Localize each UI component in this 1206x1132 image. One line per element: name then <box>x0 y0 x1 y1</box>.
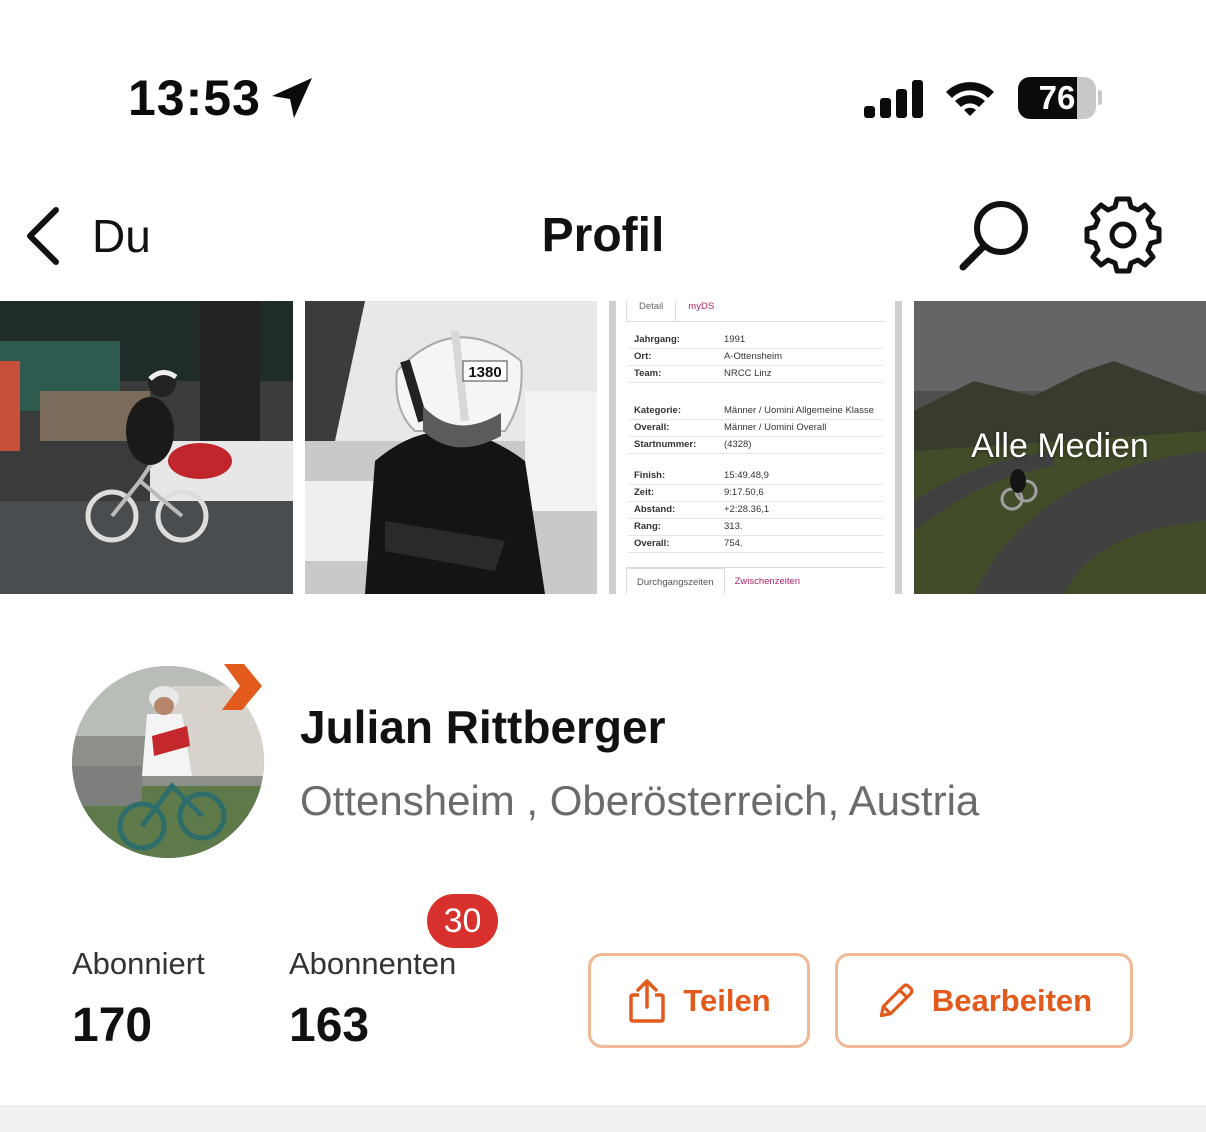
chevron-left-icon <box>27 207 59 265</box>
result-row: Kategorie: Männer / Uomini Allgemeine Kla… <box>628 402 883 420</box>
result-row-key: Zeit: <box>634 487 655 498</box>
edit-label: Bearbeiten <box>931 982 1093 1018</box>
result-row-key: Kategorie: <box>634 405 681 416</box>
result-row: Jahrgang: 1991 <box>628 331 883 349</box>
profile-location: Ottensheim , Oberösterreich, Austria <box>300 777 980 824</box>
search-icon <box>959 201 1028 271</box>
result-row: Zeit: 9:17.50,6 <box>628 484 883 502</box>
share-label: Teilen <box>683 982 771 1018</box>
result-row-key: Overall: <box>634 422 670 433</box>
back-button[interactable]: Du <box>22 200 172 272</box>
result-row-value: 754. <box>724 538 743 549</box>
following-label: Abonniert <box>72 946 205 981</box>
result-bottom-tab: Zwischenzeiten <box>734 576 801 587</box>
result-row-value: 313. <box>724 521 743 532</box>
followers-count: 163 <box>289 999 370 1052</box>
all-media-button[interactable]: Alle Medien <box>914 301 1206 594</box>
media-thumbnail[interactable] <box>0 301 293 594</box>
result-row-value: (4328) <box>724 439 752 450</box>
result-row-key: Overall: <box>634 538 670 549</box>
new-followers-badge: 30 <box>427 894 498 948</box>
all-media-label: Alle Medien <box>971 427 1149 465</box>
result-row-value: Männer / Uomini Overall <box>724 422 827 433</box>
result-row-value: 1991 <box>724 334 746 345</box>
battery-level: 76 <box>1038 79 1076 116</box>
cyclist-race-photo <box>0 301 293 594</box>
following-count: 170 <box>72 999 153 1052</box>
result-row-key: Rang: <box>634 521 661 532</box>
back-label: Du <box>92 210 151 262</box>
profile-name: Julian Rittberger <box>300 701 666 753</box>
media-thumbnail[interactable]: Detail myDS Jahrgang: 1991 Ort: A-Ottenshei… <box>609 301 902 594</box>
result-row-value: +2:28.36,1 <box>724 504 770 515</box>
result-row-key: Jahrgang: <box>634 334 680 345</box>
result-row-key: Startnummer: <box>634 439 697 450</box>
followers-stat[interactable]: Abonnenten 163 <box>289 944 489 1056</box>
result-row: Finish: 15:49.48,9 <box>628 467 883 485</box>
result-row: Overall: Männer / Uomini Overall <box>628 419 883 437</box>
share-icon <box>629 978 666 1023</box>
edit-profile-button[interactable]: Bearbeiten <box>835 953 1133 1048</box>
location-arrow-icon <box>272 78 312 118</box>
result-tab: Detail <box>626 301 677 321</box>
result-row-value: NRCC Linz <box>724 368 772 379</box>
result-row-value: Männer / Uomini Allgemeine Klasse <box>724 405 874 416</box>
following-stat[interactable]: Abonniert 170 <box>72 944 232 1056</box>
result-tab: myDS <box>688 301 715 312</box>
result-row: Rang: 313. <box>628 518 883 536</box>
settings-button[interactable] <box>1083 196 1163 274</box>
gear-icon <box>1084 196 1162 274</box>
wifi-icon <box>946 82 994 116</box>
result-row-key: Team: <box>634 368 662 379</box>
result-row-value: A-Ottensheim <box>724 351 783 362</box>
battery-icon: 76 <box>1018 77 1102 119</box>
result-row: Team: NRCC Linz <box>628 365 883 383</box>
result-row: Ort: A-Ottensheim <box>628 348 883 366</box>
result-row-value: 15:49.48,9 <box>724 470 769 481</box>
media-thumbnail[interactable]: 1380 <box>305 301 597 594</box>
helmet-number: 1380 <box>468 364 501 381</box>
section-divider <box>0 1105 1206 1132</box>
cellular-signal-icon <box>864 80 923 118</box>
result-sheet-bottom-tabs: Durchgangszeiten Zwischenzeiten <box>626 567 885 594</box>
followers-label: Abonnenten <box>289 946 457 981</box>
result-row: Overall: 754. <box>628 535 883 553</box>
helmet-portrait-photo: 1380 <box>305 301 597 594</box>
subscriber-badge-icon <box>222 664 262 710</box>
result-row-key: Abstand: <box>634 504 676 515</box>
pencil-icon <box>879 983 914 1017</box>
result-row-key: Ort: <box>634 351 652 362</box>
result-bottom-tab: Durchgangszeiten <box>626 568 725 594</box>
share-button[interactable]: Teilen <box>588 953 810 1048</box>
result-row-value: 9:17.50,6 <box>724 487 764 498</box>
search-button[interactable] <box>955 196 1035 274</box>
status-time: 13:53 <box>128 70 261 126</box>
result-row: Startnummer: (4328) <box>628 436 883 454</box>
page-title: Profil <box>541 209 665 262</box>
result-row: Abstand: +2:28.36,1 <box>628 501 883 519</box>
result-sheet-tabs: Detail myDS <box>626 301 885 322</box>
result-row-key: Finish: <box>634 470 666 481</box>
